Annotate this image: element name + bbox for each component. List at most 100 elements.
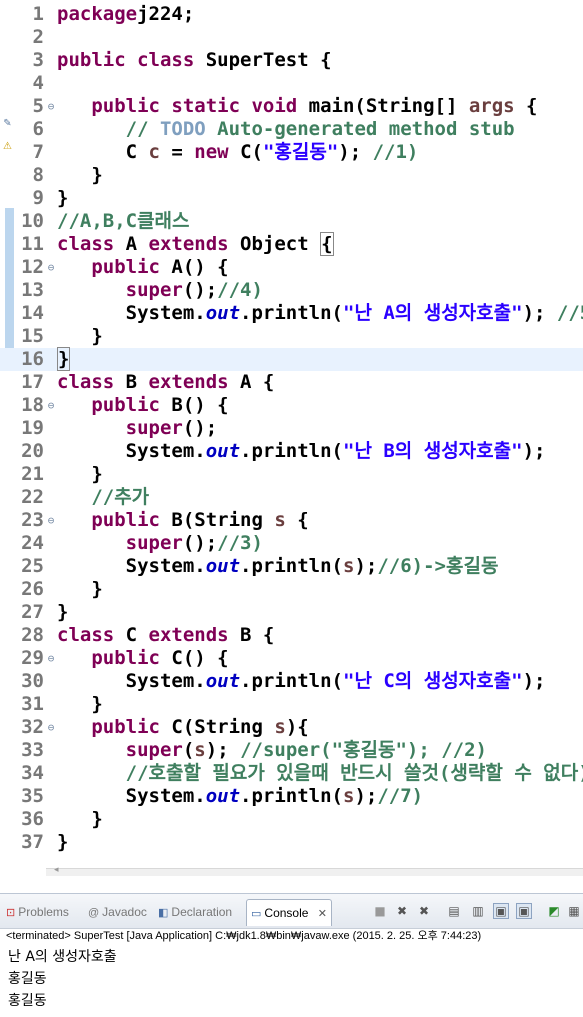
code-line[interactable]: 9} — [0, 187, 583, 210]
code-line[interactable]: 14 System.out.println("난 A의 생성자호출"); //5… — [0, 302, 583, 325]
code-line[interactable]: 18 ⊖ public B() { — [0, 394, 583, 417]
console-output[interactable]: 난 A의 생성자호출 홍길동 홍길동 — [8, 946, 117, 1012]
pin-console-icon[interactable]: ◩ — [546, 903, 562, 919]
fold-toggle-icon[interactable]: ⊖ — [46, 256, 56, 279]
show-on-stdout-icon[interactable]: ▣ — [493, 903, 509, 919]
terminate-icon[interactable]: ■ — [372, 903, 388, 919]
horizontal-scrollbar[interactable]: ◂ — [46, 865, 583, 876]
code-line[interactable]: 16} — [0, 347, 583, 371]
code-line[interactable]: 6 // TODO Auto-generated method stub — [0, 118, 583, 141]
code-line[interactable]: 21 } — [0, 463, 583, 486]
code-line[interactable]: 15 } — [0, 325, 583, 348]
code-line[interactable]: 10 //A,B,C클래스 — [0, 210, 583, 233]
code-line[interactable]: 1 packagej224; — [0, 3, 583, 26]
code-line[interactable]: 23 ⊖ public B(String s { — [0, 509, 583, 532]
code-line[interactable]: 31 } — [0, 693, 583, 716]
code-line[interactable]: 7 C c = new C("홍길동"); //1) — [0, 141, 583, 164]
code-line[interactable]: 29 ⊖ public C() { — [0, 647, 583, 670]
code-line[interactable]: 30 System.out.println("난 C의 생성자호출"); — [0, 670, 583, 693]
open-console-icon[interactable]: ▦ — [566, 903, 582, 919]
fold-toggle-icon[interactable]: ⊖ — [46, 716, 56, 739]
line-number: 29 — [21, 647, 44, 669]
fold-toggle-icon[interactable]: ⊖ — [46, 95, 56, 118]
code-token: B() { — [159, 394, 229, 416]
code-token: out — [205, 302, 241, 324]
code-line[interactable]: 32 ⊖ public C(String s){ — [0, 716, 583, 739]
line-number: 28 — [21, 624, 44, 646]
tab-problems[interactable]: ⊡ Problems — [6, 902, 69, 922]
code-line[interactable]: 20 System.out.println("난 B의 생성자호출"); — [0, 440, 583, 463]
line-number: 14 — [21, 302, 44, 324]
code-text: public static void main(String[] args { — [57, 95, 537, 118]
code-line[interactable]: 8 } — [0, 164, 583, 187]
line-number: 31 — [21, 693, 44, 715]
code-token: public static void — [91, 95, 298, 117]
close-icon[interactable]: ✕ — [318, 908, 327, 920]
code-text: } — [57, 693, 102, 716]
code-line[interactable]: 27} — [0, 601, 583, 624]
code-line[interactable]: 11 class A extends Object { — [0, 232, 583, 256]
code-line[interactable]: 33 super(s); //super("홍길동"); //2) — [0, 739, 583, 762]
code-text: // TODO Auto-generated method stub — [57, 118, 515, 141]
scroll-lock-icon[interactable]: ▥ — [470, 903, 486, 919]
code-line[interactable]: 26 } — [0, 578, 583, 601]
code-line[interactable]: 3 public class SuperTest { — [0, 49, 583, 72]
code-line[interactable]: 28 class C extends B { — [0, 624, 583, 647]
line-number: 33 — [21, 739, 44, 761]
javadoc-icon: @ — [88, 907, 100, 919]
remove-launch-icon[interactable]: ✖ — [394, 903, 410, 919]
remove-all-launches-icon[interactable]: ✖ — [416, 903, 432, 919]
code-token: //6)->홍길동 — [377, 555, 499, 577]
code-token: out — [205, 785, 241, 807]
code-editor[interactable]: ✎ ⚠ 1 packagej224; 2 3 public class SuperTes… — [0, 0, 583, 876]
tab-javadoc[interactable]: @ Javadoc — [88, 902, 147, 922]
problems-icon: ⊡ — [6, 907, 16, 919]
code-token: } — [57, 578, 103, 600]
code-line[interactable]: 24 super();//3) — [0, 532, 583, 555]
code-token: s — [343, 555, 355, 577]
code-line[interactable]: 12 ⊖ public A() { — [0, 256, 583, 279]
clear-console-icon[interactable]: ▤ — [446, 903, 462, 919]
code-token: ); — [522, 302, 557, 324]
fold-toggle-icon[interactable]: ⊖ — [46, 509, 56, 532]
code-token: s — [343, 785, 355, 807]
code-line[interactable]: 19 super(); — [0, 417, 583, 440]
code-line[interactable]: 17 class B extends A { — [0, 371, 583, 394]
code-line[interactable]: 4 — [0, 72, 583, 95]
line-number: 32 — [21, 716, 44, 738]
code-line[interactable]: 5 ⊖ public static void main(String[] args… — [0, 95, 583, 118]
line-number: 17 — [21, 371, 44, 393]
line-number: 15 — [21, 325, 44, 347]
code-text: } — [57, 578, 103, 601]
tab-console[interactable]: ▭ Console ✕ — [246, 899, 332, 926]
line-number: 21 — [21, 463, 44, 485]
code-token: Object — [228, 233, 321, 255]
code-text: System.out.println("난 B의 생성자호출"); — [57, 440, 546, 463]
line-number: 6 — [32, 118, 44, 140]
tab-declaration[interactable]: ◧ Declaration — [158, 902, 232, 922]
line-number: 2 — [32, 26, 44, 48]
code-token: c — [148, 141, 160, 163]
code-token: ); — [354, 555, 378, 577]
code-line[interactable]: 37} — [0, 831, 583, 854]
show-on-stderr-icon[interactable]: ▣ — [516, 903, 532, 919]
code-token: class — [57, 233, 115, 255]
fold-toggle-icon[interactable]: ⊖ — [46, 394, 56, 417]
code-text: } — [57, 463, 102, 486]
code-line[interactable]: 25 System.out.println(s);//6)->홍길동 — [0, 555, 583, 578]
code-line[interactable]: 34 //호출할 필요가 있을때 반드시 쓸것(생략할 수 없다) — [0, 762, 583, 785]
code-line[interactable]: 13 super();//4) — [0, 279, 583, 302]
code-text: System.out.println(s);//6)->홍길동 — [57, 555, 499, 578]
code-line[interactable]: 36 } — [0, 808, 583, 831]
console-output-line: 홍길동 — [8, 971, 47, 987]
fold-toggle-icon[interactable]: ⊖ — [46, 647, 56, 670]
code-token: "난 B의 생성자호출" — [343, 440, 523, 462]
scroll-left-arrow-icon[interactable]: ◂ — [54, 865, 59, 875]
code-line[interactable]: 35 System.out.println(s);//7) — [0, 785, 583, 808]
code-text: public C(String s){ — [57, 716, 308, 739]
code-line[interactable]: 2 — [0, 26, 583, 49]
code-text: System.out.println(s);//7) — [57, 785, 423, 808]
code-token: A { — [228, 371, 275, 393]
code-line[interactable]: 22 //추가 — [0, 486, 583, 509]
